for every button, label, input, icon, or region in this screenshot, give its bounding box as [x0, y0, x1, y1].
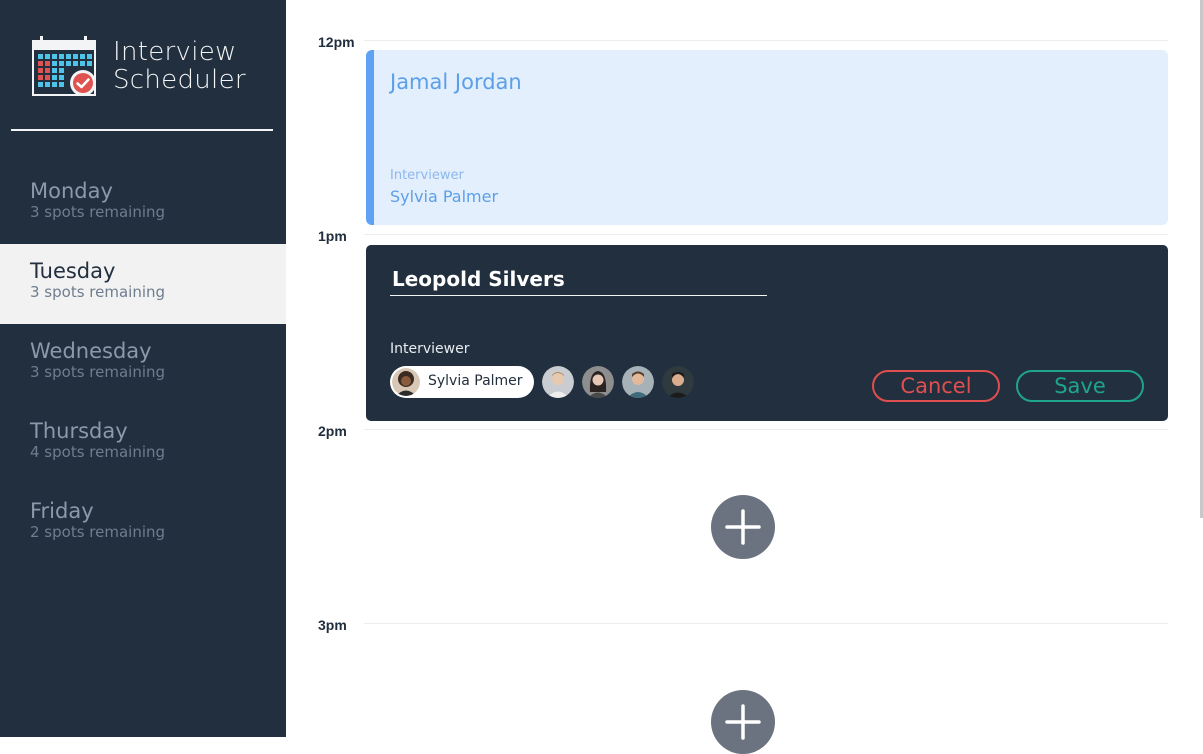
day-spots: 3 spots remaining: [30, 203, 166, 221]
day-spots: 2 spots remaining: [30, 523, 166, 541]
save-button[interactable]: Save: [1016, 370, 1144, 402]
time-label-12pm: 12pm: [318, 34, 355, 50]
interviewer-item[interactable]: [622, 366, 654, 398]
interviewer-4-avatar: [622, 366, 654, 398]
interviewer-label: Interviewer: [390, 168, 464, 183]
slot-separator: [364, 429, 1168, 430]
app-title-line-1: Interview: [113, 37, 237, 67]
app-title: Interview Scheduler: [113, 38, 246, 94]
time-label-1pm: 1pm: [318, 228, 347, 244]
interviewer-item[interactable]: [662, 366, 694, 398]
appointment-form: Interviewer Sylvia Palmer: [366, 245, 1168, 421]
appointment-accent-bar: [366, 50, 374, 225]
sidebar: Interview Scheduler Monday 3 spots remai…: [0, 0, 286, 737]
interviewer-item-selected[interactable]: Sylvia Palmer: [390, 366, 534, 398]
student-name-input[interactable]: [390, 263, 767, 296]
interviewer-item[interactable]: [582, 366, 614, 398]
day-item-tuesday[interactable]: Tuesday 3 spots remaining: [0, 244, 286, 324]
interviewer-label: Interviewer: [390, 341, 470, 357]
app-title-line-2: Scheduler: [113, 65, 246, 95]
day-spots: 3 spots remaining: [30, 363, 166, 381]
interviewer-5-avatar: [662, 366, 694, 398]
day-spots: 4 spots remaining: [30, 443, 166, 461]
day-item-monday[interactable]: Monday 3 spots remaining: [0, 164, 286, 244]
slot-separator: [364, 40, 1168, 41]
day-name: Thursday: [30, 419, 128, 443]
add-appointment-button[interactable]: [711, 495, 775, 559]
interviewer-3-avatar: [582, 366, 614, 398]
sidebar-divider: [11, 129, 273, 131]
interviewer-name: Sylvia Palmer: [390, 187, 499, 206]
calendar-logo-icon: [32, 36, 96, 96]
appointment-card[interactable]: Jamal Jordan Interviewer Sylvia Palmer: [366, 50, 1168, 225]
brand: Interview Scheduler: [32, 36, 272, 98]
day-item-wednesday[interactable]: Wednesday 3 spots remaining: [0, 324, 286, 404]
day-name: Friday: [30, 499, 94, 523]
add-appointment-button[interactable]: [711, 690, 775, 754]
day-name: Tuesday: [30, 259, 116, 283]
student-name: Jamal Jordan: [390, 70, 522, 94]
time-label-2pm: 2pm: [318, 423, 347, 439]
day-spots: 3 spots remaining: [30, 283, 166, 301]
interviewer-2-avatar: [542, 366, 574, 398]
day-item-friday[interactable]: Friday 2 spots remaining: [0, 484, 286, 564]
time-label-3pm: 3pm: [318, 617, 347, 633]
interviewer-name: Sylvia Palmer: [428, 373, 523, 389]
slot-separator: [364, 234, 1168, 235]
day-name: Monday: [30, 179, 113, 203]
slot-separator: [364, 623, 1168, 624]
interviewer-item[interactable]: [542, 366, 574, 398]
day-name: Wednesday: [30, 339, 152, 363]
plus-icon: [725, 704, 761, 740]
day-list: Monday 3 spots remaining Tuesday 3 spots…: [0, 164, 286, 564]
cancel-button[interactable]: Cancel: [872, 370, 1000, 402]
schedule: 12pm Jamal Jordan Interviewer Sylvia Pal…: [286, 0, 1203, 754]
day-item-thursday[interactable]: Thursday 4 spots remaining: [0, 404, 286, 484]
plus-icon: [725, 509, 761, 545]
interviewer-1-avatar: [392, 368, 420, 396]
